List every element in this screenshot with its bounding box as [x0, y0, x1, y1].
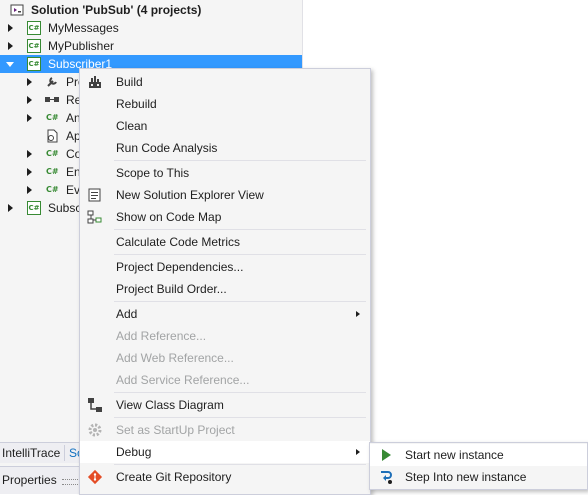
menu-item-run-code-analysis[interactable]: Run Code Analysis — [80, 137, 370, 159]
play-icon — [378, 447, 394, 463]
menu-item-label: View Class Diagram — [116, 398, 224, 412]
solution-node[interactable]: Solution 'PubSub' (4 projects) — [0, 1, 302, 19]
menu-item-label: Add Reference... — [116, 329, 207, 343]
csharp-file-icon: C# — [46, 113, 59, 122]
menu-item-label: Add Web Reference... — [116, 351, 234, 365]
step-into-icon — [378, 469, 394, 485]
csharp-file-icon: C# — [46, 167, 59, 176]
expand-arrow-icon[interactable] — [25, 114, 33, 122]
menu-separator — [114, 464, 366, 465]
csharp-file-icon: C# — [46, 185, 59, 194]
tree-item-label: Ev — [66, 183, 81, 197]
menu-item-view-class-diagram[interactable]: View Class Diagram — [80, 394, 370, 416]
wrench-icon — [46, 76, 58, 88]
menu-item-clean[interactable]: Clean — [80, 115, 370, 137]
menu-item-label: Project Build Order... — [116, 282, 227, 296]
menu-item-label: Add — [116, 307, 138, 321]
menu-separator — [114, 392, 366, 393]
expand-arrow-icon[interactable] — [25, 168, 33, 176]
menu-item-set-as-startup-project: Set as StartUp Project — [80, 419, 370, 441]
csharp-project-icon: C# — [27, 39, 41, 53]
menu-separator — [114, 417, 366, 418]
menu-item-label: Run Code Analysis — [116, 141, 218, 155]
references-icon — [45, 95, 59, 105]
menu-item-build[interactable]: Build — [80, 71, 370, 93]
menu-item-label: Rebuild — [116, 97, 157, 111]
submenu-item-start-new-instance[interactable]: Start new instance — [370, 444, 587, 466]
expand-arrow-icon[interactable] — [25, 96, 33, 104]
menu-item-create-git-repository[interactable]: Create Git Repository — [80, 466, 370, 488]
menu-item-label: Show on Code Map — [116, 210, 222, 224]
csharp-project-icon: C# — [27, 21, 41, 35]
csharp-project-icon: C# — [27, 57, 41, 71]
menu-item-label: Debug — [116, 445, 152, 459]
menu-separator — [114, 229, 366, 230]
solution-title: Solution 'PubSub' (4 projects) — [31, 3, 202, 17]
menu-item-label: Scope to This — [116, 166, 190, 180]
csharp-file-icon: C# — [46, 149, 59, 158]
context-menu: Build Rebuild Clean Run Code Analysis Sc… — [79, 68, 371, 495]
project-node-mymessages[interactable]: C# MyMessages — [0, 19, 302, 37]
gear-icon — [87, 422, 103, 438]
build-icon — [87, 74, 103, 90]
class-diagram-icon — [87, 397, 103, 413]
menu-item-label: Clean — [116, 119, 148, 133]
project-label: MyMessages — [48, 21, 119, 35]
menu-item-label: Create Git Repository — [116, 470, 232, 484]
menu-item-show-on-code-map[interactable]: Show on Code Map — [80, 206, 370, 228]
project-node-mypublisher[interactable]: C# MyPublisher — [0, 37, 302, 55]
csharp-project-icon: C# — [27, 201, 41, 215]
menu-separator — [114, 254, 366, 255]
menu-item-debug[interactable]: Debug — [80, 441, 370, 463]
expand-arrow-icon[interactable] — [6, 204, 14, 212]
code-map-icon — [87, 209, 103, 225]
expand-arrow-icon[interactable] — [25, 186, 33, 194]
expand-arrow-icon[interactable] — [25, 150, 33, 158]
submenu-item-step-into-new-instance[interactable]: Step Into new instance — [370, 466, 587, 488]
menu-item-new-solution-explorer-view[interactable]: New Solution Explorer View — [80, 184, 370, 206]
expand-arrow-icon[interactable] — [25, 78, 33, 86]
menu-item-label: Set as StartUp Project — [116, 423, 235, 437]
tab-divider — [64, 445, 65, 461]
menu-item-calculate-code-metrics[interactable]: Calculate Code Metrics — [80, 231, 370, 253]
menu-item-project-build-order[interactable]: Project Build Order... — [80, 278, 370, 300]
menu-item-add-web-reference: Add Web Reference... — [80, 347, 370, 369]
menu-item-project-dependencies[interactable]: Project Dependencies... — [80, 256, 370, 278]
menu-item-scope-to-this[interactable]: Scope to This — [80, 162, 370, 184]
menu-separator — [114, 301, 366, 302]
git-icon — [87, 469, 103, 485]
submenu-arrow-icon — [356, 449, 360, 455]
menu-item-label: Project Dependencies... — [116, 260, 244, 274]
debug-submenu: Start new instance Step Into new instanc… — [369, 442, 588, 490]
project-label: Subsc — [48, 201, 82, 215]
properties-title: Properties — [2, 473, 57, 487]
expand-arrow-icon[interactable] — [6, 42, 14, 50]
menu-item-label: Build — [116, 75, 143, 89]
menu-item-label: Add Service Reference... — [116, 373, 250, 387]
expand-arrow-icon[interactable] — [6, 24, 14, 32]
menu-item-label: Calculate Code Metrics — [116, 235, 241, 249]
menu-item-rebuild[interactable]: Rebuild — [80, 93, 370, 115]
config-file-icon — [45, 129, 59, 143]
project-label: MyPublisher — [48, 39, 115, 53]
collapse-arrow-icon[interactable] — [6, 60, 14, 68]
menu-item-label: New Solution Explorer View — [116, 188, 264, 202]
grip-icon[interactable] — [62, 479, 78, 485]
submenu-arrow-icon — [356, 311, 360, 317]
menu-item-add-reference: Add Reference... — [80, 325, 370, 347]
solution-icon — [10, 3, 24, 17]
submenu-item-label: Step Into new instance — [405, 470, 527, 484]
menu-item-add[interactable]: Add — [80, 303, 370, 325]
tab-intellitrace[interactable]: IntelliTrace — [2, 446, 60, 460]
menu-item-add-service-reference: Add Service Reference... — [80, 369, 370, 391]
menu-separator — [114, 160, 366, 161]
submenu-item-label: Start new instance — [405, 448, 504, 462]
new-view-icon — [87, 187, 103, 203]
